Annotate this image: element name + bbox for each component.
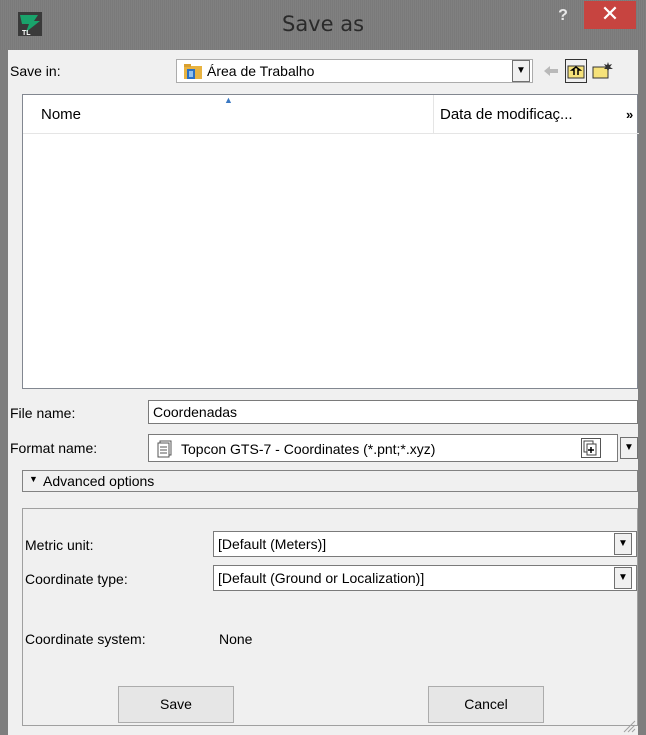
format-name-label: Format name: (10, 440, 98, 456)
format-name-value: Topcon GTS-7 - Coordinates (*.pnt;*.xyz) (181, 441, 436, 457)
coordinate-system-value: None (219, 631, 253, 647)
chevron-down-icon: ▼ (624, 442, 634, 453)
folder-icon (184, 64, 202, 79)
help-button[interactable]: ? (548, 4, 578, 28)
save-in-label: Save in: (10, 63, 61, 79)
file-list[interactable]: Nome ▲ Data de modificaç... » (22, 94, 639, 389)
chevron-down-icon: ▼ (618, 538, 628, 549)
format-settings-icon (583, 440, 597, 456)
format-name-dropdown-button[interactable]: ▼ (620, 437, 638, 459)
window-border-left (0, 50, 8, 735)
up-folder-icon (567, 65, 585, 79)
window-border-right (638, 50, 646, 735)
metric-unit-value: [Default (Meters)] (218, 536, 327, 552)
format-name-combo[interactable]: Topcon GTS-7 - Coordinates (*.pnt;*.xyz) (148, 434, 618, 462)
column-label-date: Data de modificaç... (440, 106, 573, 123)
cancel-button[interactable]: Cancel (428, 686, 544, 723)
resize-grip-icon[interactable] (622, 719, 636, 733)
advanced-options-toggle[interactable]: ▼ Advanced options (22, 470, 638, 492)
expand-triangle-icon: ▼ (29, 474, 38, 484)
new-folder-icon (592, 62, 613, 79)
title-bar[interactable]: TL Save as ? ✕ (0, 0, 646, 50)
save-in-value: Área de Trabalho (207, 63, 315, 79)
file-name-field[interactable]: Coordenadas (148, 400, 638, 424)
file-name-value: Coordenadas (153, 404, 238, 420)
save-in-dropdown-button[interactable]: ▼ (512, 60, 530, 82)
chevron-down-icon: ▼ (516, 65, 526, 76)
save-as-dialog: TL Save as ? ✕ Save in: Área de Trabalho… (0, 0, 646, 735)
column-header-date[interactable]: Data de modificaç... (433, 95, 624, 134)
new-folder-button[interactable] (592, 59, 614, 83)
metric-unit-label: Metric unit: (25, 537, 94, 553)
column-header-name[interactable]: Nome ▲ (23, 95, 433, 134)
back-arrow-icon (544, 66, 558, 76)
coordinate-type-value: [Default (Ground or Localization)] (218, 570, 425, 586)
coordinate-system-label: Coordinate system: (25, 631, 146, 647)
save-button[interactable]: Save (118, 686, 234, 723)
document-icon (157, 440, 172, 458)
coordinate-type-select[interactable]: [Default (Ground or Localization)] ▼ (213, 565, 637, 591)
chevron-double-right-icon: » (626, 107, 634, 122)
metric-unit-dropdown-button[interactable]: ▼ (614, 533, 632, 555)
metric-unit-select[interactable]: [Default (Meters)] ▼ (213, 531, 637, 557)
format-options-button[interactable] (581, 438, 601, 458)
column-label-name: Nome (41, 106, 82, 123)
column-overflow-button[interactable]: » (623, 95, 639, 134)
coordinate-type-dropdown-button[interactable]: ▼ (614, 567, 632, 589)
coordinate-type-label: Coordinate type: (25, 571, 128, 587)
chevron-down-icon: ▼ (618, 572, 628, 583)
advanced-options-label: Advanced options (43, 473, 155, 489)
back-button[interactable] (540, 59, 562, 83)
file-name-label: File name: (10, 405, 76, 421)
sort-ascending-icon: ▲ (224, 95, 233, 105)
dialog-content: Save in: Área de Trabalho ▼ Nome ▲ Data … (8, 50, 639, 735)
up-folder-button[interactable] (565, 59, 587, 83)
save-in-combo[interactable]: Área de Trabalho (176, 59, 533, 83)
advanced-options-panel: Metric unit: [Default (Meters)] ▼ Coordi… (22, 508, 638, 726)
close-button[interactable]: ✕ (584, 1, 636, 29)
